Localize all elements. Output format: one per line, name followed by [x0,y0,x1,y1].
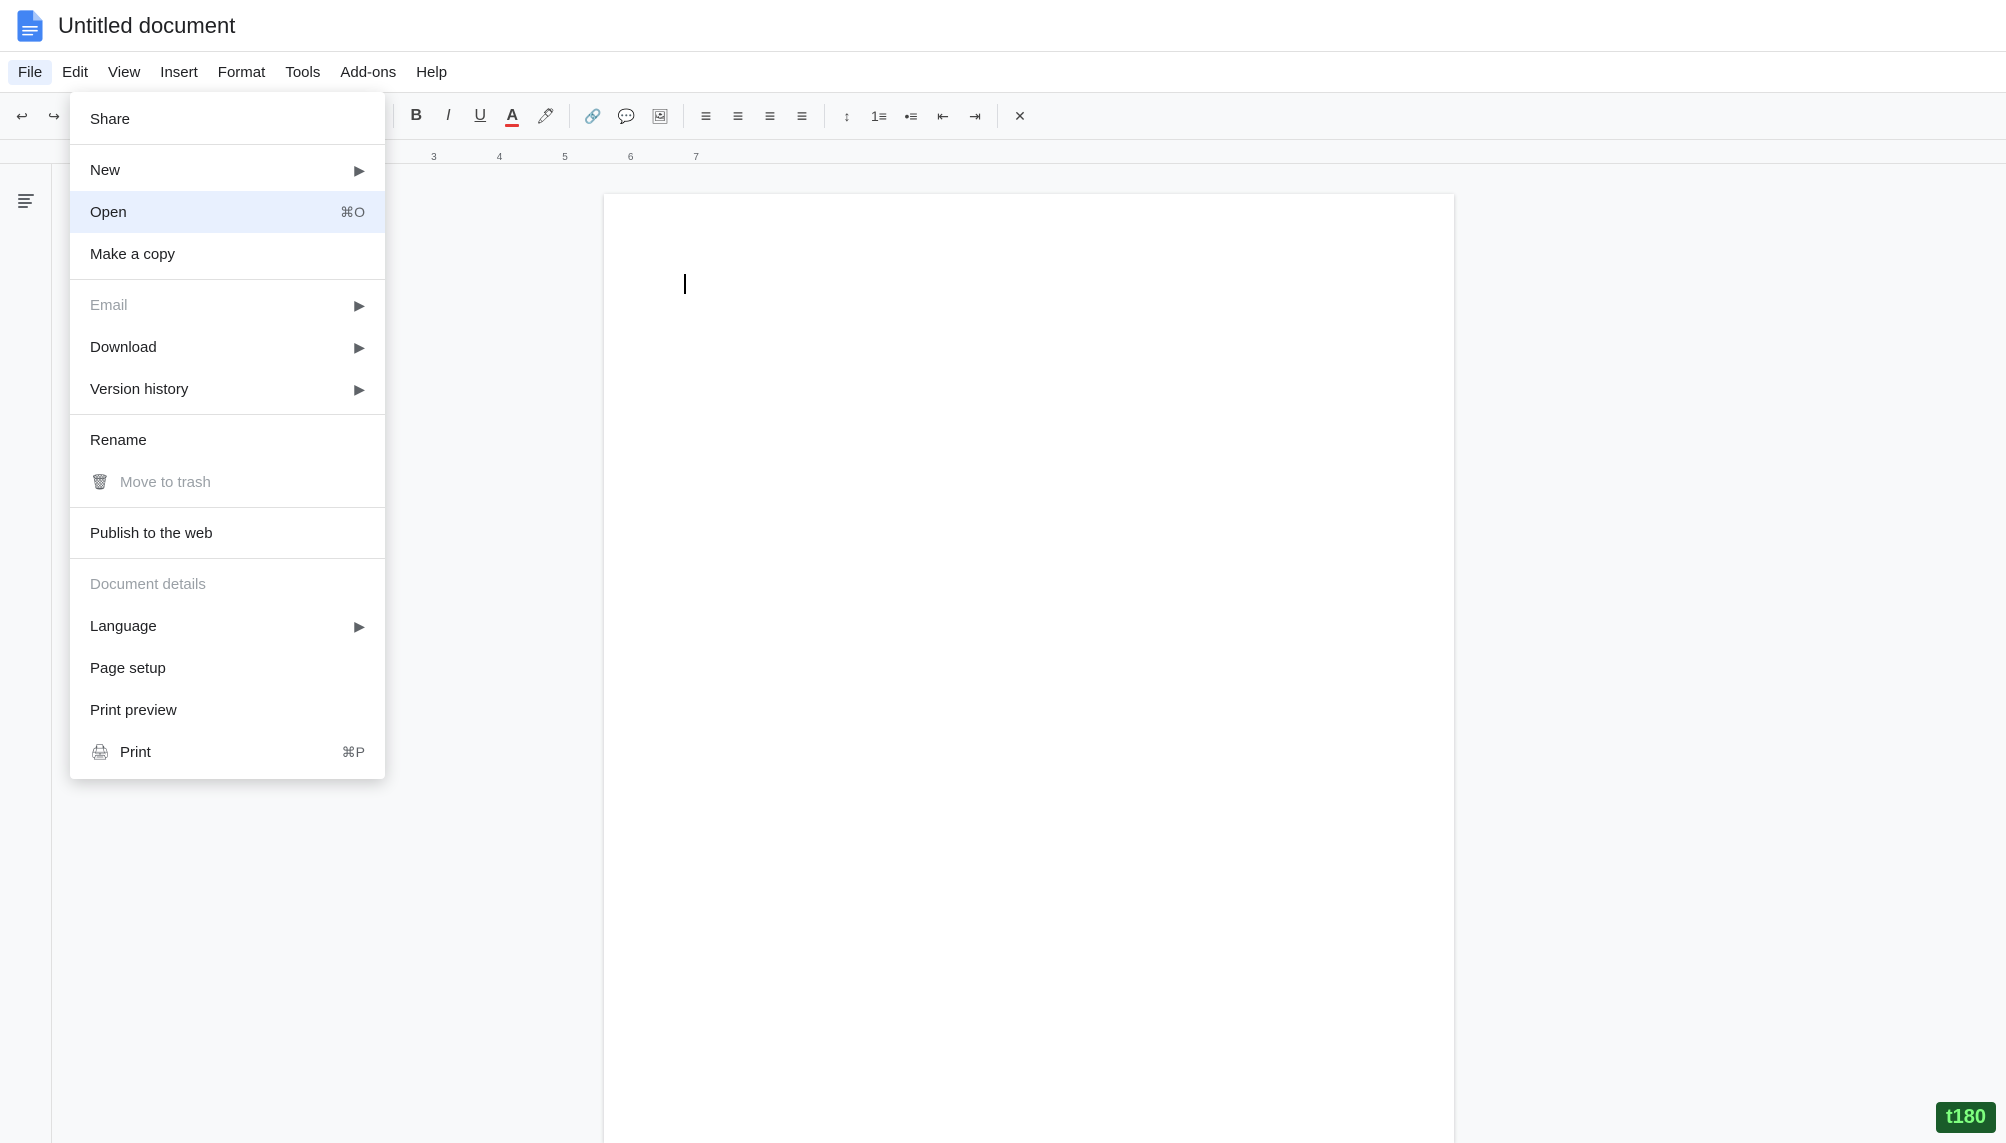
print-label: Print [120,744,151,761]
menu-language[interactable]: Language ▶ [70,605,385,647]
menu-email: Email ▶ [70,284,385,326]
highlight-icon: 🖊 [536,107,555,125]
publish-label: Publish to the web [90,525,213,542]
clear-format-button[interactable]: ✕ [1006,101,1034,131]
menu-move-to-trash: 🗑 Move to trash [70,461,385,503]
make-copy-label: Make a copy [90,246,175,263]
link-button[interactable]: 🔗 [578,101,607,131]
indent-increase-button[interactable]: ⇥ [961,101,989,131]
toolbar-divider-4 [393,104,394,128]
rename-label: Rename [90,432,147,449]
doc-icon [12,8,48,44]
menu-share[interactable]: Share [70,98,385,140]
toolbar-divider-5 [569,104,570,128]
print-shortcut: ⌘P [342,744,365,761]
t180-badge: t180 [1936,1102,1996,1133]
download-arrow: ▶ [354,339,365,356]
version-history-arrow: ▶ [354,381,365,398]
file-dropdown: Share New ▶ Open ⌘O Make a copy Email ▶ … [70,92,385,779]
font-color-button[interactable]: A [498,101,526,131]
doc-page[interactable] [604,194,1454,1143]
menu-item-file[interactable]: File [8,60,52,85]
menu-publish[interactable]: Publish to the web [70,512,385,554]
move-to-trash-label: Move to trash [120,474,211,491]
ruler-mark: 6 [628,152,634,163]
divider-after-share [70,144,385,145]
title-bar: Untitled document [0,0,2006,52]
divider-after-history [70,414,385,415]
ruler-mark: 5 [562,152,568,163]
menu-item-addons[interactable]: Add-ons [330,60,406,85]
menu-make-copy[interactable]: Make a copy [70,233,385,275]
ruler-mark: 7 [693,152,699,163]
divider-after-publish [70,558,385,559]
new-label: New [90,162,120,179]
bold-button[interactable]: B [402,101,430,131]
menu-download[interactable]: Download ▶ [70,326,385,368]
email-label: Email [90,297,128,314]
open-label: Open [90,204,127,221]
menu-version-history[interactable]: Version history ▶ [70,368,385,410]
menu-document-details: Document details [70,563,385,605]
download-label: Download [90,339,157,356]
ruler-mark: 3 [431,152,437,163]
numbered-list-button[interactable]: 1≡ [865,101,893,131]
text-cursor [684,274,686,294]
document-details-label: Document details [90,576,206,593]
menu-item-edit[interactable]: Edit [52,60,98,85]
menu-page-setup[interactable]: Page setup [70,647,385,689]
toolbar-divider-8 [997,104,998,128]
menu-new[interactable]: New ▶ [70,149,385,191]
toolbar-divider-7 [824,104,825,128]
indent-decrease-button[interactable]: ⇤ [929,101,957,131]
ruler-mark: 4 [497,152,503,163]
doc-title: Untitled document [58,13,235,39]
version-history-label: Version history [90,381,188,398]
menu-item-help[interactable]: Help [406,60,457,85]
menu-item-view[interactable]: View [98,60,150,85]
email-arrow: ▶ [354,297,365,314]
highlight-button[interactable]: 🖊 [530,101,561,131]
print-icon: 🖨 [90,743,110,761]
align-justify-button[interactable]: ≡ [788,101,816,131]
align-center-button[interactable]: ≡ [724,101,752,131]
new-arrow: ▶ [354,162,365,179]
page-setup-label: Page setup [90,660,166,677]
comment-button[interactable]: 💬 [612,101,641,131]
left-sidebar [0,164,52,1143]
bullet-list-button[interactable]: •≡ [897,101,925,131]
menu-bar: File Edit View Insert Format Tools Add-o… [0,52,2006,92]
align-left-button[interactable]: ≡ [692,101,720,131]
outline-icon[interactable] [10,184,42,216]
menu-print[interactable]: 🖨 Print ⌘P [70,731,385,773]
open-shortcut: ⌘O [340,204,365,221]
menu-item-insert[interactable]: Insert [150,60,208,85]
underline-button[interactable]: U [466,101,494,131]
menu-item-tools[interactable]: Tools [275,60,330,85]
line-spacing-button[interactable]: ↕ [833,101,861,131]
language-label: Language [90,618,157,635]
toolbar-divider-6 [683,104,684,128]
divider-after-copy [70,279,385,280]
undo-button[interactable]: ↩ [8,101,36,131]
font-color-bar [505,124,519,127]
image-button[interactable]: 🖼 [645,101,675,131]
trash-icon: 🗑 [90,473,110,491]
divider-after-trash [70,507,385,508]
menu-print-preview[interactable]: Print preview [70,689,385,731]
language-arrow: ▶ [354,618,365,635]
menu-rename[interactable]: Rename [70,419,385,461]
align-right-button[interactable]: ≡ [756,101,784,131]
share-label: Share [90,111,130,128]
menu-item-format[interactable]: Format [208,60,276,85]
print-preview-label: Print preview [90,702,177,719]
font-color-a: A [507,107,519,125]
redo-button[interactable]: ↪ [40,101,68,131]
italic-button[interactable]: I [434,101,462,131]
menu-open[interactable]: Open ⌘O [70,191,385,233]
